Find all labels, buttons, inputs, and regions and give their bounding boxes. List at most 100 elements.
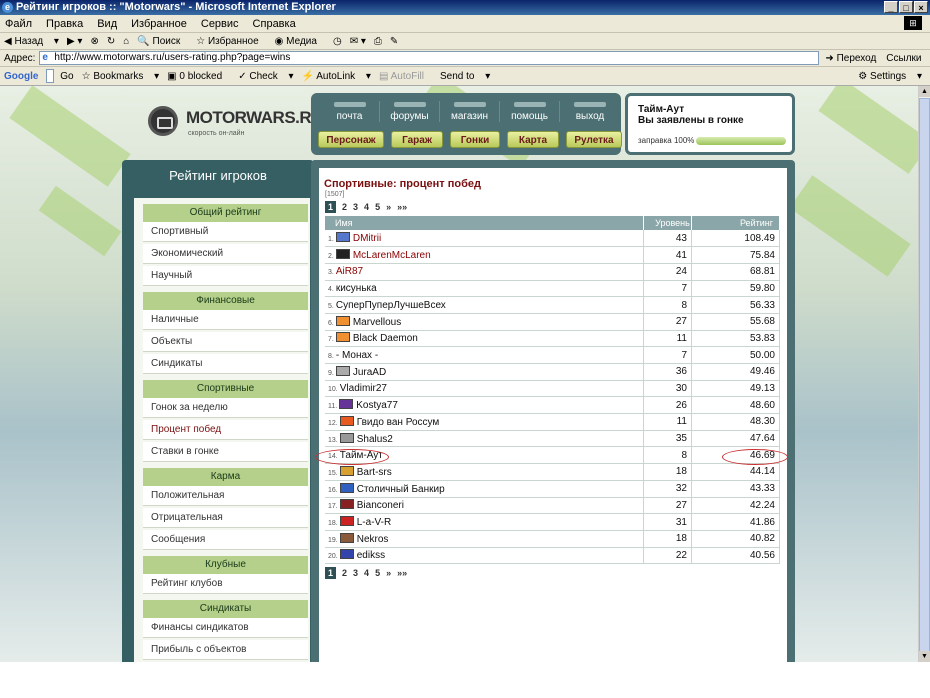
sidebar-item-economic[interactable]: Экономический (143, 244, 308, 264)
sidebar-item-syndicates[interactable]: Синдикаты (143, 354, 308, 374)
page-last[interactable]: »» (397, 201, 407, 213)
page-link[interactable]: 2 (342, 567, 347, 579)
nav-map[interactable]: Карта (507, 131, 559, 148)
sidebar-item-objects[interactable]: Объекты (143, 332, 308, 352)
nav-logout[interactable]: выход (560, 101, 620, 122)
menu-view[interactable]: Вид (97, 18, 117, 30)
sidebar-item-race-bets[interactable]: Ставки в гонке (143, 442, 308, 462)
player-name-link[interactable]: JuraAD (353, 367, 386, 378)
sidebar-item-weekly-races[interactable]: Гонок за неделю (143, 398, 308, 418)
player-name-link[interactable]: McLarenMcLaren (353, 250, 431, 261)
nav-help[interactable]: помощь (500, 101, 560, 122)
home-icon[interactable]: ⌂ (123, 36, 129, 47)
nav-character[interactable]: Персонаж (318, 131, 384, 148)
player-name-link[interactable]: Black Daemon (353, 333, 418, 344)
player-name-link[interactable]: кисунька (336, 283, 377, 294)
history-icon[interactable]: ◷ (333, 36, 342, 47)
sidebar-item-object-profit[interactable]: Прибыль с объектов (143, 640, 308, 660)
player-name-link[interactable]: СуперПуперЛучшеВсех (336, 300, 446, 311)
forward-button[interactable]: ▶ ▾ (67, 36, 83, 47)
player-name-link[interactable]: L-a-V-R (357, 517, 391, 528)
sidebar-item-positive[interactable]: Положительная (143, 486, 308, 506)
sendto-button[interactable]: Send to ▾ (440, 71, 490, 82)
menu-edit[interactable]: Правка (46, 18, 83, 30)
player-name-link[interactable]: Bianconeri (357, 500, 404, 511)
search-button[interactable]: 🔍 Поиск (137, 36, 188, 47)
sidebar-item-science[interactable]: Научный (143, 266, 308, 286)
scroll-up-button[interactable]: ▲ (919, 86, 930, 97)
total-count: [1507] (325, 191, 345, 198)
menu-tools[interactable]: Сервис (201, 18, 239, 30)
scroll-down-button[interactable]: ▼ (919, 651, 930, 662)
page-link-current[interactable]: 1 (325, 201, 337, 213)
player-name-link[interactable]: - Монах - (336, 350, 378, 361)
minimize-button[interactable]: _ (884, 1, 898, 13)
address-input[interactable]: http://www.motorwars.ru/users-rating.php… (39, 51, 820, 65)
refresh-icon[interactable]: ↻ (107, 36, 115, 47)
google-search-input[interactable] (46, 69, 55, 83)
page-last[interactable]: »» (397, 567, 407, 579)
nav-races[interactable]: Гонки (450, 131, 500, 148)
menu-favorites[interactable]: Избранное (131, 18, 187, 30)
nav-shop[interactable]: магазин (440, 101, 500, 122)
user-name[interactable]: Тайм-Аут (638, 104, 782, 115)
page-link-current[interactable]: 1 (325, 567, 337, 579)
back-button[interactable]: ◀ Назад ▾ (4, 36, 59, 47)
sidebar-item-sport[interactable]: Спортивный (143, 222, 308, 242)
player-name-link[interactable]: Гвидо ван Россум (357, 417, 440, 428)
page-next[interactable]: » (386, 201, 391, 213)
player-name-link[interactable]: Kostya77 (356, 400, 398, 411)
player-name-link[interactable]: Shalus2 (357, 434, 393, 445)
player-name-link[interactable]: Vladimir27 (340, 383, 387, 394)
scroll-thumb[interactable] (919, 98, 930, 658)
sidebar-item-club-rating[interactable]: Рейтинг клубов (143, 574, 308, 594)
player-name-link[interactable]: DMitrii (353, 233, 381, 244)
player-name-link[interactable]: Nekros (357, 534, 389, 545)
close-button[interactable]: × (914, 1, 928, 13)
page-link[interactable]: 5 (375, 201, 380, 213)
page-next[interactable]: » (386, 567, 391, 579)
autofill-button[interactable]: ▤ AutoFill (379, 71, 432, 82)
page-link[interactable]: 4 (364, 567, 369, 579)
page-link[interactable]: 2 (342, 201, 347, 213)
player-name-link[interactable]: Marvellous (353, 317, 401, 328)
sidebar-item-win-percent[interactable]: Процент побед (143, 420, 308, 440)
menu-file[interactable]: Файл (5, 18, 32, 30)
bookmarks-button[interactable]: ☆ Bookmarks ▾ (82, 71, 160, 82)
settings-button[interactable]: ⚙ Settings ▾ (858, 71, 922, 82)
links-button[interactable]: Ссылки (886, 53, 921, 64)
popup-blocked-button[interactable]: ▣ 0 blocked (167, 71, 230, 82)
check-button[interactable]: ✓ Check ▾ (238, 71, 293, 82)
edit-icon[interactable]: ✎ (390, 36, 398, 47)
go-button[interactable]: ➜ Переход (825, 53, 876, 64)
bookmarks-label: Bookmarks (93, 70, 144, 82)
menu-help[interactable]: Справка (253, 18, 296, 30)
sidebar-item-negative[interactable]: Отрицательная (143, 508, 308, 528)
site-logo[interactable]: MOTORWARS.RU скорость он-лайн (148, 104, 323, 146)
media-button[interactable]: ◉ Медиа (275, 36, 325, 47)
page-link[interactable]: 3 (353, 201, 358, 213)
favorites-button[interactable]: ☆ Избранное (196, 36, 266, 47)
mail-icon[interactable]: ✉ ▾ (350, 36, 366, 47)
sidebar-item-messages[interactable]: Сообщения (143, 530, 308, 550)
player-name-link[interactable]: AiR87 (336, 266, 363, 277)
autolink-button[interactable]: ⚡ AutoLink ▾ (302, 71, 371, 82)
player-name-link[interactable]: edikss (357, 550, 385, 561)
page-link[interactable]: 3 (353, 567, 358, 579)
sidebar-item-cash[interactable]: Наличные (143, 310, 308, 330)
sidebar-item-syndicate-finance[interactable]: Финансы синдикатов (143, 618, 308, 638)
nav-roulette[interactable]: Рулетка (566, 131, 622, 148)
player-name-link[interactable]: Столичный Банкир (357, 484, 445, 495)
player-name-link[interactable]: Bart-srs (357, 467, 392, 478)
vertical-scrollbar[interactable]: ▲ ▼ (918, 86, 930, 662)
stop-icon[interactable]: ⊗ (90, 36, 98, 47)
nav-garage[interactable]: Гараж (391, 131, 443, 148)
maximize-button[interactable]: □ (899, 1, 913, 13)
google-go-button[interactable]: Go (60, 71, 73, 82)
page-link[interactable]: 5 (375, 567, 380, 579)
page-link[interactable]: 4 (364, 201, 369, 213)
nav-forums[interactable]: форумы (380, 101, 440, 122)
sidebar-head-general: Общий рейтинг (143, 204, 308, 222)
print-icon[interactable]: ⎙ (374, 36, 382, 47)
nav-mail[interactable]: почта (320, 101, 380, 122)
